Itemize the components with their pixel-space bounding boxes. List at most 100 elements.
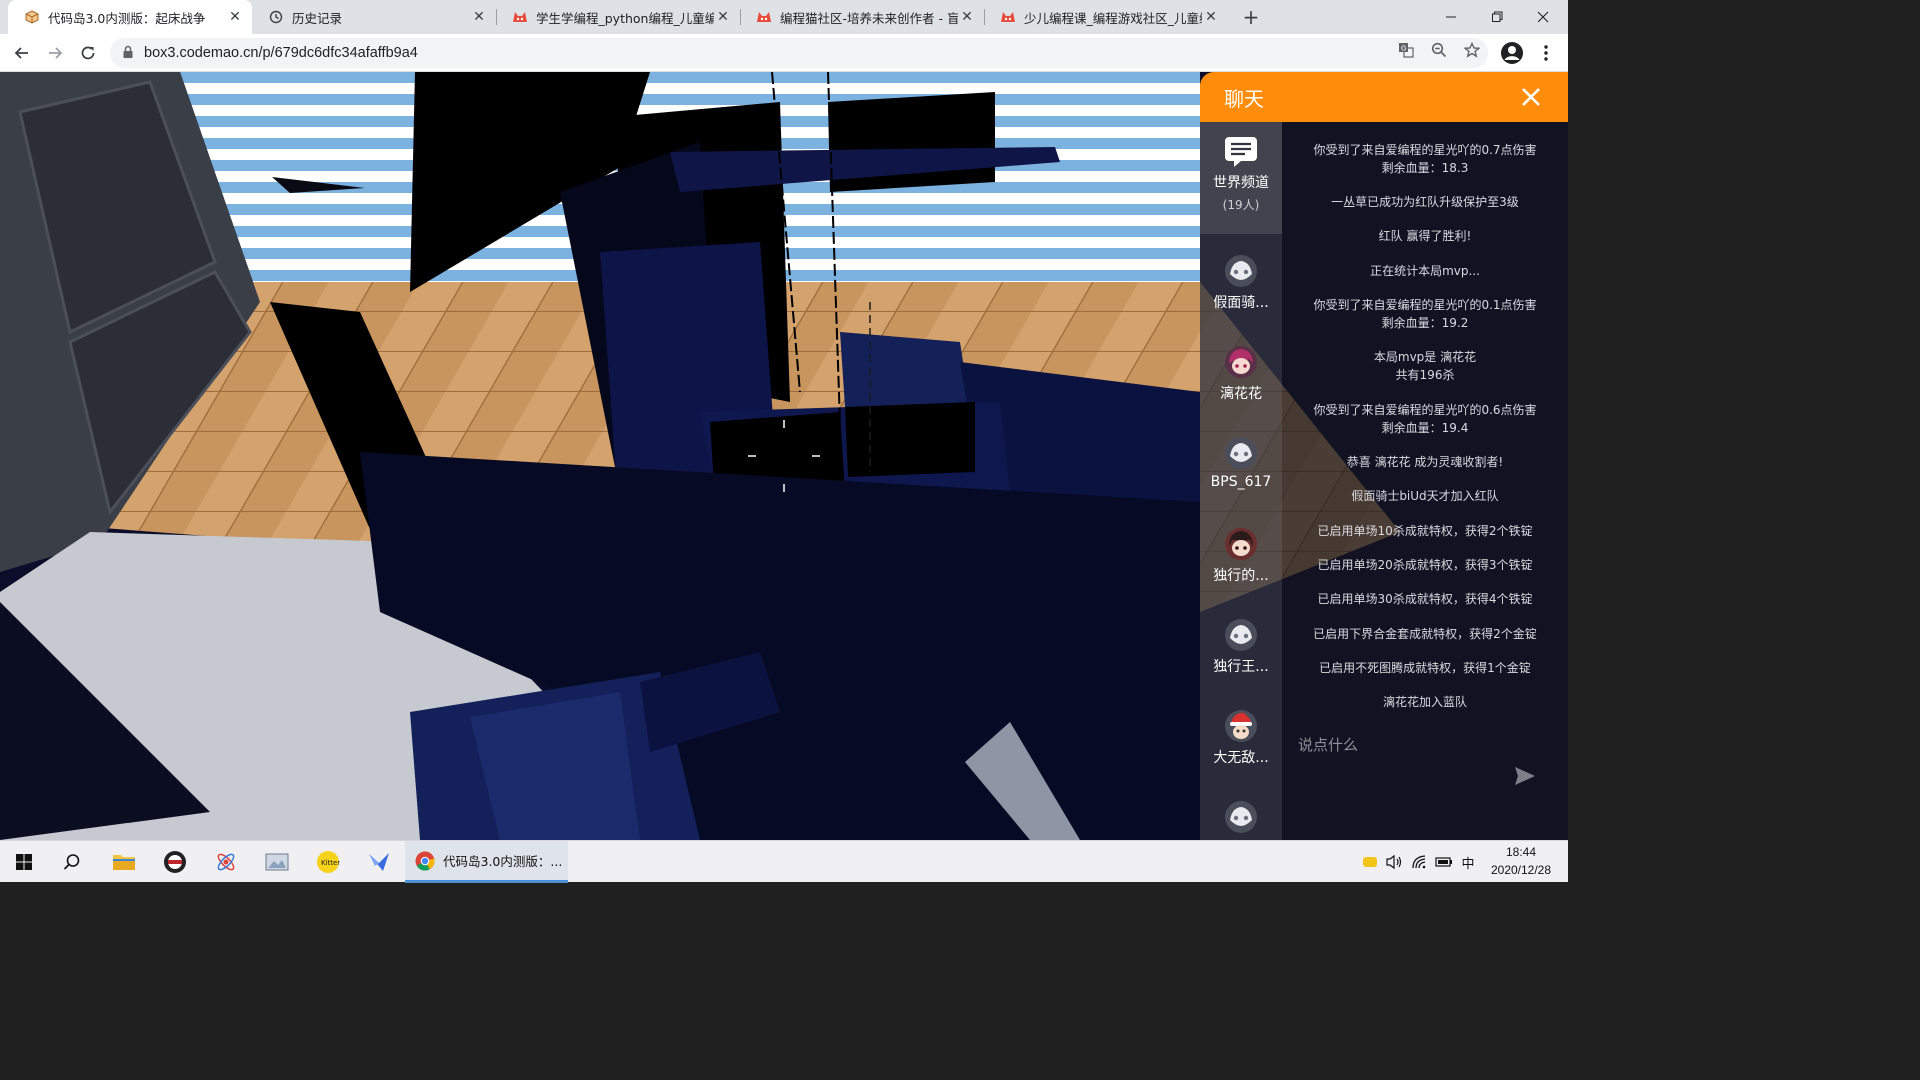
browser-toolbar: box3.codemao.cn/p/679dc6dfc34afaffb9a4 G (0, 34, 1568, 72)
battery-icon[interactable] (1434, 852, 1454, 872)
chat-input-area (1282, 724, 1568, 804)
start-button[interactable] (0, 841, 48, 883)
tab-title: 历史记录 (292, 10, 343, 26)
clock-time: 18:44 (1505, 845, 1537, 859)
player-name: 独行的... (1213, 568, 1269, 584)
app-button[interactable] (253, 841, 301, 883)
chat-message: 一丛草已成功为红队升级保护至3级 (1331, 195, 1519, 209)
browser-menu-icon[interactable] (1536, 41, 1556, 65)
bookmark-star-icon[interactable] (1463, 41, 1481, 59)
close-tab-icon[interactable]: ✕ (470, 8, 488, 26)
history-icon (268, 9, 284, 25)
close-tab-icon[interactable]: ✕ (226, 8, 244, 26)
close-icon[interactable] (1520, 86, 1542, 108)
red-circle-app-icon (164, 851, 186, 873)
tab-title: 代码岛3.0内测版：起床战争 (48, 10, 206, 26)
close-window-button[interactable] (1520, 0, 1566, 34)
back-button[interactable] (8, 39, 36, 67)
chat-message: 红队 赢得了胜利! (1378, 229, 1472, 243)
address-bar[interactable]: box3.codemao.cn/p/679dc6dfc34afaffb9a4 (110, 38, 1488, 68)
file-explorer-button[interactable] (100, 841, 148, 883)
tab-title: 学生学编程_python编程_儿童编 (536, 10, 714, 26)
app-button[interactable] (151, 841, 199, 883)
photos-app-icon (265, 853, 289, 871)
svg-text:Kitten: Kitten (321, 859, 340, 867)
santa-avatar-icon (1225, 710, 1257, 742)
bird-app-icon (369, 853, 389, 871)
new-tab-button[interactable]: + (1239, 5, 1263, 29)
wifi-icon[interactable] (1410, 852, 1430, 872)
minimize-button[interactable] (1428, 0, 1474, 34)
folder-icon (113, 855, 135, 870)
translate-icon[interactable]: G (1397, 41, 1415, 59)
lock-icon[interactable] (122, 44, 134, 63)
tab-codemao-python[interactable]: 学生学编程_python编程_儿童编 ✕ (496, 0, 740, 34)
url-text: box3.codemao.cn/p/679dc6dfc34afaffb9a4 (144, 45, 418, 61)
ime-indicator[interactable]: 中 (1458, 852, 1478, 872)
player-item[interactable]: 独行的... (1200, 515, 1282, 605)
reload-icon (81, 46, 95, 60)
chat-bubble-icon (1225, 137, 1257, 167)
close-tab-icon[interactable]: ✕ (958, 8, 976, 26)
player-item[interactable]: 独行王... (1200, 606, 1282, 696)
chat-message: 已启用单场30杀成就特权，获得4个铁锭 (1317, 592, 1533, 606)
forward-button[interactable] (41, 39, 69, 67)
chat-header: 聊天 (1200, 72, 1568, 122)
profile-avatar-icon[interactable] (1500, 41, 1524, 65)
svg-text:G: G (1401, 45, 1406, 53)
system-clock[interactable]: 18:44 2020/12/28 (1476, 843, 1566, 881)
clock-date: 2020/12/28 (1490, 863, 1552, 877)
tray-yellow-icon[interactable] (1360, 852, 1380, 872)
send-icon[interactable] (1514, 766, 1536, 786)
player-item[interactable]: 漓花花 (1200, 333, 1282, 423)
channel-list: 世界频道 (19人) 假面骑... 漓花花 BPS_617 独行的... 独行王… (1200, 122, 1282, 840)
reload-button[interactable] (74, 39, 102, 67)
yellow-app-icon: Kitten (317, 851, 340, 873)
chat-message: 已启用下界合金套成就特权，获得2个金锭 (1313, 627, 1537, 641)
chat-panel: 聊天 世界频道 (19人) 假面骑... 漓花花 BPS_617 独行的... … (1200, 72, 1568, 840)
chat-message: 已启用不死图腾成就特权，获得1个金锭 (1319, 661, 1531, 675)
world-channel[interactable]: 世界频道 (19人) (1200, 122, 1282, 234)
red-hair-avatar-icon (1225, 346, 1257, 378)
codemao-favicon-icon (1000, 9, 1016, 25)
maximize-button[interactable] (1474, 0, 1520, 34)
close-tab-icon[interactable]: ✕ (714, 8, 732, 26)
chat-message: 你受到了来自爱编程的星光吖的0.1点伤害 剩余血量：19.2 (1313, 298, 1537, 330)
chat-message: 漓花花加入蓝队 (1382, 695, 1467, 709)
forward-arrow-icon (49, 47, 63, 59)
player-name: 独行王... (1213, 659, 1269, 675)
taskbar-window-label: 代码岛3.0内测版：... (443, 854, 563, 869)
chat-message: 已启用单场20杀成就特权，获得3个铁锭 (1317, 558, 1533, 572)
default-avatar-icon (1225, 255, 1257, 287)
player-name: 漓花花 (1220, 386, 1262, 402)
codemao-favicon-icon (756, 9, 772, 25)
tab-codemao-course[interactable]: 少儿编程课_编程游戏社区_儿童编 ✕ (984, 0, 1228, 34)
world-channel-count: (19人) (1222, 198, 1260, 212)
player-item[interactable]: 昨夜 (1200, 788, 1282, 840)
chat-message: 你受到了来自爱编程的星光吖的0.7点伤害 剩余血量：18.3 (1313, 143, 1537, 175)
default-avatar-icon (1225, 437, 1257, 469)
dark-hair-avatar-icon (1225, 528, 1257, 560)
tab-codemao-community[interactable]: 编程猫社区-培养未来创作者 - 盲 ✕ (740, 0, 984, 34)
player-item[interactable]: 大无敌... (1200, 697, 1282, 787)
search-button[interactable] (48, 841, 96, 883)
close-tab-icon[interactable]: ✕ (1202, 8, 1220, 26)
volume-icon[interactable] (1384, 852, 1404, 872)
default-avatar-icon (1225, 801, 1257, 833)
player-item[interactable]: BPS_617 (1200, 424, 1282, 514)
chat-input[interactable] (1298, 730, 1514, 760)
taskbar-chrome-window[interactable]: 代码岛3.0内测版：... (405, 841, 568, 883)
app-button[interactable] (355, 841, 403, 883)
atom-app-icon (217, 853, 235, 871)
tab-active[interactable]: 代码岛3.0内测版：起床战争 ✕ (8, 0, 252, 34)
player-name: 大无敌... (1213, 750, 1269, 766)
tab-history[interactable]: 历史记录 ✕ (252, 0, 496, 34)
windows-logo-icon (16, 854, 32, 870)
app-button[interactable] (202, 841, 250, 883)
search-icon (63, 854, 80, 870)
player-name: BPS_617 (1210, 474, 1272, 490)
zoom-icon[interactable] (1430, 41, 1448, 59)
app-button[interactable]: Kitten (304, 841, 352, 883)
player-item[interactable]: 假面骑... (1200, 242, 1282, 332)
codemao-favicon-icon (512, 9, 528, 25)
